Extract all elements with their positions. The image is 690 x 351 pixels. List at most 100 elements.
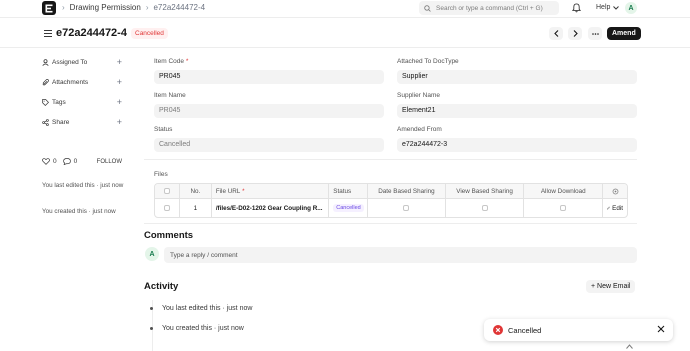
allow-download-checkbox[interactable] [560, 205, 567, 211]
breadcrumb: › Drawing Permission › e72a244472-4 [62, 3, 205, 12]
help-menu[interactable]: Help [596, 4, 620, 11]
more-horizontal-icon [591, 32, 599, 35]
col-date-based-sharing: Date Based Sharing [368, 184, 446, 198]
row-date-based-cell [368, 199, 446, 217]
bell-icon [572, 3, 581, 13]
amend-button[interactable]: Amend [607, 27, 641, 40]
col-allow-download: Allow Download [524, 184, 604, 198]
page-title: e72a244472-4 [56, 27, 127, 39]
amended-from-label: Amended From [397, 126, 442, 133]
status-field[interactable]: Cancelled [154, 138, 384, 152]
menu-icon [44, 30, 52, 37]
user-icon [42, 58, 49, 66]
sidebar-item-share[interactable]: Share + [42, 117, 122, 127]
heart-icon[interactable] [42, 158, 50, 165]
follow-button[interactable]: FOLLOW [97, 159, 122, 165]
plus-icon[interactable]: + [117, 97, 122, 107]
activity-heading: Activity [144, 281, 179, 292]
search-input[interactable] [436, 4, 554, 12]
comment-count: 0 [73, 158, 78, 165]
edit-label: Edit [612, 204, 623, 212]
activity-text: You last edited this · just now [162, 305, 253, 312]
divider [0, 47, 690, 48]
sidebar-item-label: Share [52, 118, 70, 126]
chevron-right-icon: › [145, 3, 149, 12]
sidebar-item-label: Assigned To [52, 58, 88, 66]
item-name-field[interactable]: PR045 [154, 104, 384, 118]
sidebar-item-label: Tags [52, 98, 66, 106]
col-status: Status [329, 184, 369, 198]
select-all-checkbox[interactable] [163, 188, 170, 194]
column-settings-cell [603, 184, 627, 198]
chevron-left-icon [553, 30, 558, 37]
breadcrumb-doctype[interactable]: Drawing Permission [70, 3, 141, 12]
files-label: Files [154, 171, 168, 178]
row-file-url[interactable]: /files/E-D02-1202 Gear Coupling R... [212, 199, 330, 217]
view-based-sharing-checkbox[interactable] [481, 205, 488, 211]
page-head: e72a244472-4 Cancelled Amend [0, 20, 690, 48]
col-file-url: File URL * [212, 184, 330, 198]
comment-icon[interactable] [62, 158, 71, 165]
sidebar-toggle-button[interactable] [44, 30, 52, 37]
timeline-dot [150, 307, 153, 310]
row-edit-button[interactable]: Edit [603, 199, 627, 217]
plus-icon[interactable]: + [117, 77, 122, 87]
sidebar-item-attachments[interactable]: Attachments + [42, 77, 122, 87]
sidebar-item-label: Attachments [52, 78, 89, 86]
settings-icon[interactable] [612, 188, 619, 195]
row-allow-download-cell [524, 199, 604, 217]
more-actions-button[interactable] [588, 27, 602, 40]
table-row[interactable]: 1 /files/E-D02-1202 Gear Coupling R... C… [155, 199, 627, 217]
attached-to-doctype-label: Attached To DocType [397, 58, 459, 65]
row-status-cell: Cancelled [329, 199, 369, 217]
col-no: No. [180, 184, 212, 198]
status-badge: Cancelled [131, 28, 168, 39]
like-count: 0 [53, 158, 57, 165]
doc-stats: 0 0 FOLLOW [42, 158, 122, 165]
supplier-name-label: Supplier Name [397, 92, 440, 99]
comment-input[interactable] [164, 247, 637, 263]
scroll-up-button[interactable] [626, 344, 633, 349]
form-section: Item Code * PR045 Attached To DocType Su… [144, 52, 637, 160]
select-all-cell [155, 184, 180, 198]
previous-doc-button[interactable] [549, 27, 563, 40]
comment-avatar: A [145, 247, 159, 261]
notifications-button[interactable] [572, 3, 581, 13]
item-code-field[interactable]: PR045 [154, 70, 384, 84]
comments-heading: Comments [144, 230, 194, 241]
plus-icon[interactable]: + [117, 117, 122, 127]
search-icon [424, 4, 431, 12]
last-edited-text: You last edited this · just now [42, 182, 124, 189]
chevron-up-icon [626, 344, 633, 349]
search-bar[interactable] [419, 1, 559, 15]
sidebar-item-tags[interactable]: Tags + [42, 97, 122, 107]
row-select-cell [155, 199, 180, 217]
chevron-right-icon [573, 30, 578, 37]
row-checkbox[interactable] [163, 205, 170, 211]
files-section: Files No. File URL * Status Date Based S… [144, 164, 637, 224]
col-view-based-sharing: View Based Sharing [446, 184, 525, 198]
row-status-badge: Cancelled [333, 204, 364, 212]
row-no: 1 [180, 199, 212, 217]
next-doc-button[interactable] [568, 27, 582, 40]
sidebar-item-assigned-to[interactable]: Assigned To + [42, 57, 122, 67]
attached-to-doctype-field[interactable]: Supplier [397, 70, 637, 84]
chevron-down-icon [613, 5, 620, 10]
user-avatar[interactable]: A [625, 2, 637, 14]
amended-from-field[interactable]: e72a244472-3 [397, 138, 637, 152]
app-logo[interactable] [42, 1, 56, 15]
toast-close-button[interactable] [657, 325, 665, 333]
breadcrumb-current[interactable]: e72a244472-4 [153, 3, 205, 12]
close-icon [657, 325, 665, 333]
toast-message: Cancelled [508, 325, 542, 335]
help-label: Help [596, 4, 611, 11]
paperclip-icon [42, 78, 49, 85]
new-email-button[interactable]: + New Email [586, 280, 636, 293]
plus-icon[interactable]: + [117, 57, 122, 67]
activity-item: You last edited this · just now [150, 305, 252, 312]
files-table: No. File URL * Status Date Based Sharing… [154, 183, 628, 218]
supplier-name-field[interactable]: Element21 [397, 104, 637, 118]
edit-icon [607, 206, 611, 210]
error-icon [493, 325, 503, 335]
date-based-sharing-checkbox[interactable] [403, 205, 410, 211]
